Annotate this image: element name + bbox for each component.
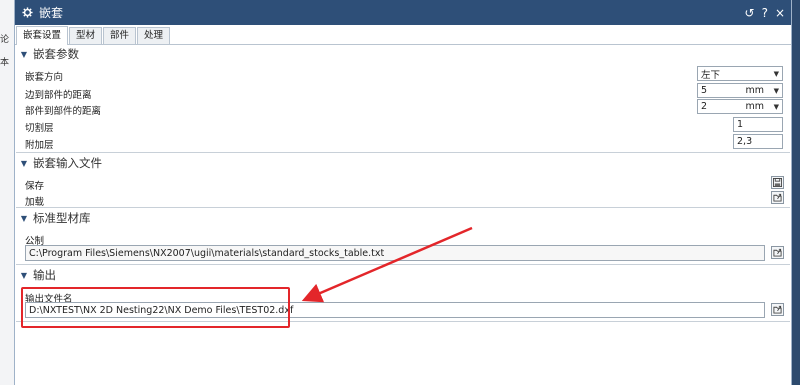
- direction-value: 左下: [701, 69, 721, 81]
- open-file-icon: [773, 248, 782, 257]
- edge-distance-value: 5: [701, 85, 708, 96]
- background-text: 论: [0, 35, 10, 45]
- part-distance-unit: mm: [745, 101, 764, 112]
- help-icon[interactable]: ?: [762, 6, 768, 20]
- dropdown-arrow-icon[interactable]: ▼: [774, 103, 779, 111]
- divider: [16, 207, 790, 208]
- gear-icon: [21, 7, 33, 19]
- tab-stock[interactable]: 型材: [69, 27, 103, 44]
- save-file-button[interactable]: [771, 176, 784, 189]
- section-title: 输出: [33, 268, 56, 282]
- collapse-chevron-icon[interactable]: ▼: [17, 271, 31, 280]
- browse-output-button[interactable]: [771, 303, 784, 316]
- divider: [16, 152, 790, 153]
- divider: [16, 264, 790, 265]
- tab-nesting-settings[interactable]: 嵌套设置: [16, 26, 69, 45]
- part-distance-label: 部件到部件的距离: [25, 106, 102, 117]
- section-std-stock[interactable]: ▼ 标准型材库: [17, 209, 91, 227]
- cut-layer-label: 切割层: [25, 123, 54, 134]
- extra-layer-input[interactable]: 2,3: [733, 134, 783, 149]
- collapse-chevron-icon[interactable]: ▼: [17, 50, 31, 59]
- load-file-button[interactable]: [771, 191, 784, 204]
- tab-parts[interactable]: 部件: [103, 27, 137, 44]
- std-stock-path-field[interactable]: C:\Program Files\Siemens\NX2007\ugii\mat…: [25, 245, 765, 261]
- part-distance-field[interactable]: 2 mm ▼: [697, 99, 783, 114]
- annotation-highlight-box: [21, 287, 290, 328]
- background-app-left: 论 本: [0, 0, 14, 385]
- section-title: 嵌套参数: [33, 47, 79, 61]
- background-app-right: [792, 0, 800, 385]
- save-label: 保存: [25, 181, 45, 192]
- nesting-dialog: 嵌套 ↺ ? × 嵌套设置 型材 部件 处理 ▼ 嵌套参数 嵌套方向 左下 ▼ …: [14, 0, 792, 385]
- tab-process[interactable]: 处理: [137, 27, 171, 44]
- close-icon[interactable]: ×: [775, 6, 785, 20]
- section-nesting-params[interactable]: ▼ 嵌套参数: [17, 45, 79, 63]
- part-distance-value: 2: [701, 101, 708, 112]
- load-label: 加载: [25, 197, 45, 208]
- direction-dropdown[interactable]: 左下 ▼: [697, 66, 783, 81]
- cut-layer-input[interactable]: 1: [733, 117, 783, 132]
- title-bar: 嵌套 ↺ ? ×: [15, 0, 791, 25]
- section-title: 标准型材库: [33, 211, 91, 225]
- reset-icon[interactable]: ↺: [745, 6, 755, 20]
- section-title: 嵌套输入文件: [33, 156, 102, 170]
- edge-distance-field[interactable]: 5 mm ▼: [697, 83, 783, 98]
- tab-bar: 嵌套设置 型材 部件 处理: [15, 26, 791, 45]
- extra-layer-label: 附加层: [25, 140, 54, 151]
- collapse-chevron-icon[interactable]: ▼: [17, 214, 31, 223]
- section-input-file[interactable]: ▼ 嵌套输入文件: [17, 154, 102, 172]
- dropdown-arrow-icon[interactable]: ▼: [774, 87, 779, 95]
- browse-std-stock-button[interactable]: [771, 246, 784, 259]
- background-text: 本: [0, 58, 10, 68]
- edge-distance-label: 边到部件的距离: [25, 90, 92, 101]
- section-output[interactable]: ▼ 输出: [17, 266, 56, 284]
- dropdown-arrow-icon: ▼: [773, 69, 779, 78]
- edge-distance-unit: mm: [745, 85, 764, 96]
- open-file-icon: [773, 193, 782, 202]
- collapse-chevron-icon[interactable]: ▼: [17, 159, 31, 168]
- dialog-title: 嵌套: [39, 6, 64, 20]
- open-file-icon: [773, 305, 782, 314]
- save-file-icon: [773, 178, 782, 187]
- direction-label: 嵌套方向: [25, 72, 64, 83]
